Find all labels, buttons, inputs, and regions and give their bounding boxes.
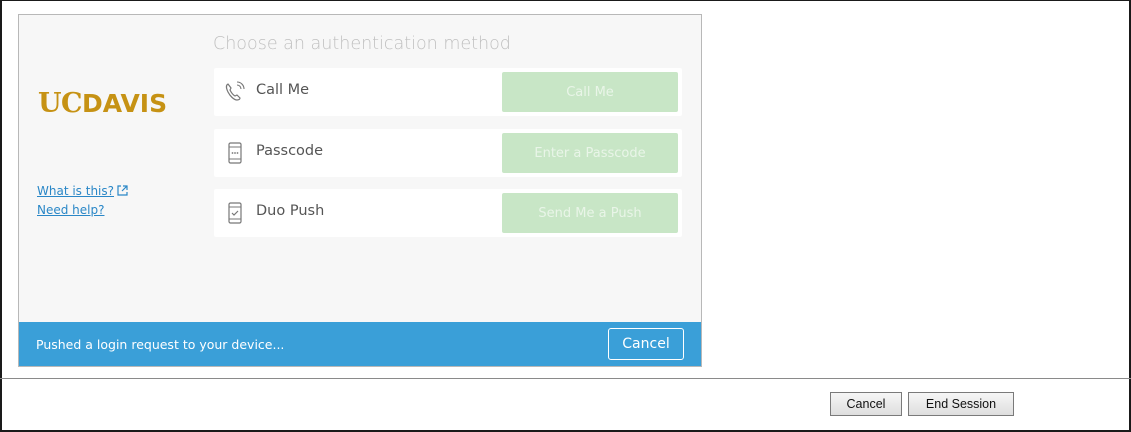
method-label-duo-push: Duo Push bbox=[256, 203, 325, 219]
need-help-link[interactable]: Need help? bbox=[37, 203, 104, 217]
what-is-this-label: What is this? bbox=[37, 184, 115, 198]
passcode-device-icon bbox=[224, 141, 246, 165]
duo-auth-frame: UCDAVIS What is this? Need help? Choose … bbox=[18, 14, 702, 367]
status-message: Pushed a login request to your device... bbox=[36, 337, 285, 352]
phone-icon bbox=[224, 80, 246, 104]
push-device-icon bbox=[224, 201, 246, 225]
send-push-button[interactable]: Send Me a Push bbox=[502, 193, 678, 233]
footer-divider bbox=[0, 378, 1131, 379]
call-me-button[interactable]: Call Me bbox=[502, 72, 678, 112]
what-is-this-link[interactable]: What is this? bbox=[37, 184, 128, 199]
logo-uc: UC bbox=[38, 88, 83, 119]
footer-cancel-button[interactable]: Cancel bbox=[830, 392, 902, 416]
method-row-passcode: Passcode Enter a Passcode bbox=[214, 129, 682, 177]
method-row-duo-push: Duo Push Send Me a Push bbox=[214, 189, 682, 237]
status-bar: Pushed a login request to your device...… bbox=[19, 322, 701, 366]
status-cancel-button[interactable]: Cancel bbox=[608, 328, 684, 360]
ucdavis-logo: UCDAVIS bbox=[38, 90, 167, 117]
end-session-button[interactable]: End Session bbox=[908, 392, 1014, 416]
logo-davis: DAVIS bbox=[82, 89, 168, 118]
method-label-passcode: Passcode bbox=[256, 143, 324, 159]
method-label-call-me: Call Me bbox=[256, 82, 310, 98]
external-link-icon bbox=[117, 185, 128, 199]
enter-passcode-button[interactable]: Enter a Passcode bbox=[502, 133, 678, 173]
method-row-call-me: Call Me Call Me bbox=[214, 68, 682, 116]
auth-method-title: Choose an authentication method bbox=[213, 34, 511, 54]
